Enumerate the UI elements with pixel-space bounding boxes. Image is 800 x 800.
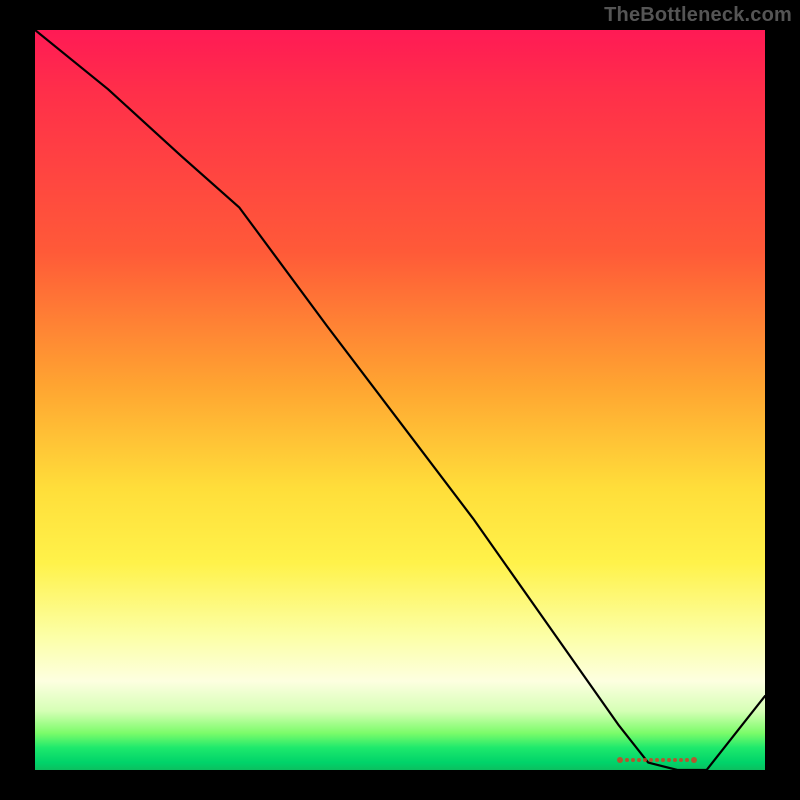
- plot-area: [35, 30, 765, 770]
- marker-dot: [685, 758, 689, 762]
- marker-dot: [637, 758, 641, 762]
- marker-dot: [617, 757, 623, 763]
- chart-canvas: TheBottleneck.com: [0, 0, 800, 800]
- optimal-range-marker: [617, 757, 707, 763]
- marker-dot: [631, 758, 635, 762]
- marker-dot: [661, 758, 665, 762]
- marker-dot: [643, 758, 647, 762]
- marker-dot: [691, 757, 697, 763]
- marker-dot: [673, 758, 677, 762]
- marker-dot: [655, 758, 659, 762]
- marker-dot: [679, 758, 683, 762]
- marker-dot: [649, 758, 653, 762]
- bottleneck-curve: [35, 30, 765, 770]
- marker-dot: [667, 758, 671, 762]
- marker-dot: [625, 758, 629, 762]
- attribution-label: TheBottleneck.com: [604, 4, 792, 27]
- curve-path: [35, 30, 765, 770]
